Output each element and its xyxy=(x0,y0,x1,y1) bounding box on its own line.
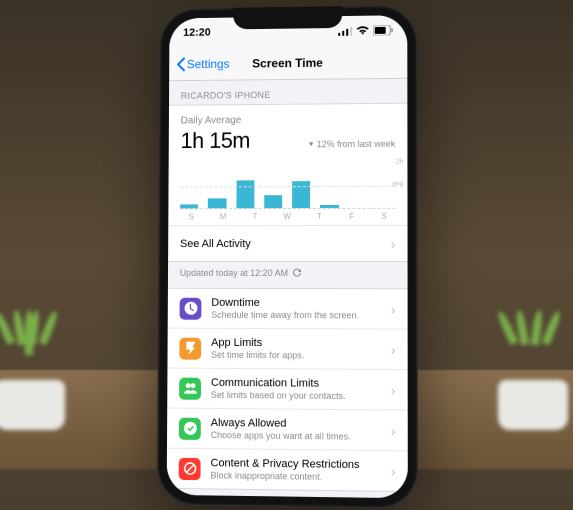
chevron-right-icon: › xyxy=(390,301,395,317)
commlimits-icon xyxy=(179,377,201,399)
chevron-right-icon: › xyxy=(390,463,395,479)
screen: 12:20 Settings Screen Time RICARDO'S IPH… xyxy=(166,15,407,498)
applimits-icon xyxy=(179,337,201,359)
option-downtime[interactable]: DowntimeSchedule time away from the scre… xyxy=(167,289,407,329)
option-commlimits[interactable]: Communication LimitsSet limits based on … xyxy=(167,368,407,410)
chevron-right-icon: › xyxy=(390,235,395,251)
avg-label: Daily Average xyxy=(180,114,395,127)
down-arrow-icon: ▼ xyxy=(307,141,314,148)
chevron-right-icon: › xyxy=(390,341,395,357)
delta-text: ▼ 12% from last week xyxy=(307,139,395,150)
chart-bar xyxy=(292,181,310,208)
chart-bar xyxy=(208,198,226,208)
options-list: DowntimeSchedule time away from the scre… xyxy=(166,288,407,492)
chart-bar xyxy=(320,205,338,208)
usage-summary-card: Daily Average 1h 15m ▼ 12% from last wee… xyxy=(168,103,407,262)
chart-bar xyxy=(235,180,253,208)
option-always[interactable]: Always AllowedChoose apps you want at al… xyxy=(166,408,407,451)
chevron-right-icon: › xyxy=(390,422,395,438)
chevron-right-icon: › xyxy=(390,382,395,398)
refresh-icon[interactable] xyxy=(292,268,302,278)
chart-bar xyxy=(263,195,281,208)
signal-icon xyxy=(338,26,352,36)
status-icons xyxy=(338,25,393,36)
chart-bar xyxy=(180,205,198,209)
wifi-icon xyxy=(356,26,369,36)
usage-chart: 2h avg SMTWTFS xyxy=(168,157,407,226)
page-title: Screen Time xyxy=(169,54,407,71)
always-icon xyxy=(178,417,200,439)
option-restrict[interactable]: Content & Privacy RestrictionsBlock inap… xyxy=(166,448,407,491)
notch xyxy=(233,6,342,29)
option-applimits[interactable]: App LimitsSet time limits for apps.› xyxy=(167,328,407,369)
see-all-activity[interactable]: See All Activity › xyxy=(168,225,407,261)
iphone-frame: 12:20 Settings Screen Time RICARDO'S IPH… xyxy=(156,5,417,509)
nav-bar: Settings Screen Time xyxy=(169,45,407,81)
clock: 12:20 xyxy=(183,27,211,39)
restrict-icon xyxy=(178,457,200,479)
battery-icon xyxy=(373,25,393,35)
device-label: RICARDO'S IPHONE xyxy=(169,79,407,105)
updated-text: Updated today at 12:20 AM xyxy=(167,262,407,288)
downtime-icon xyxy=(179,297,201,319)
